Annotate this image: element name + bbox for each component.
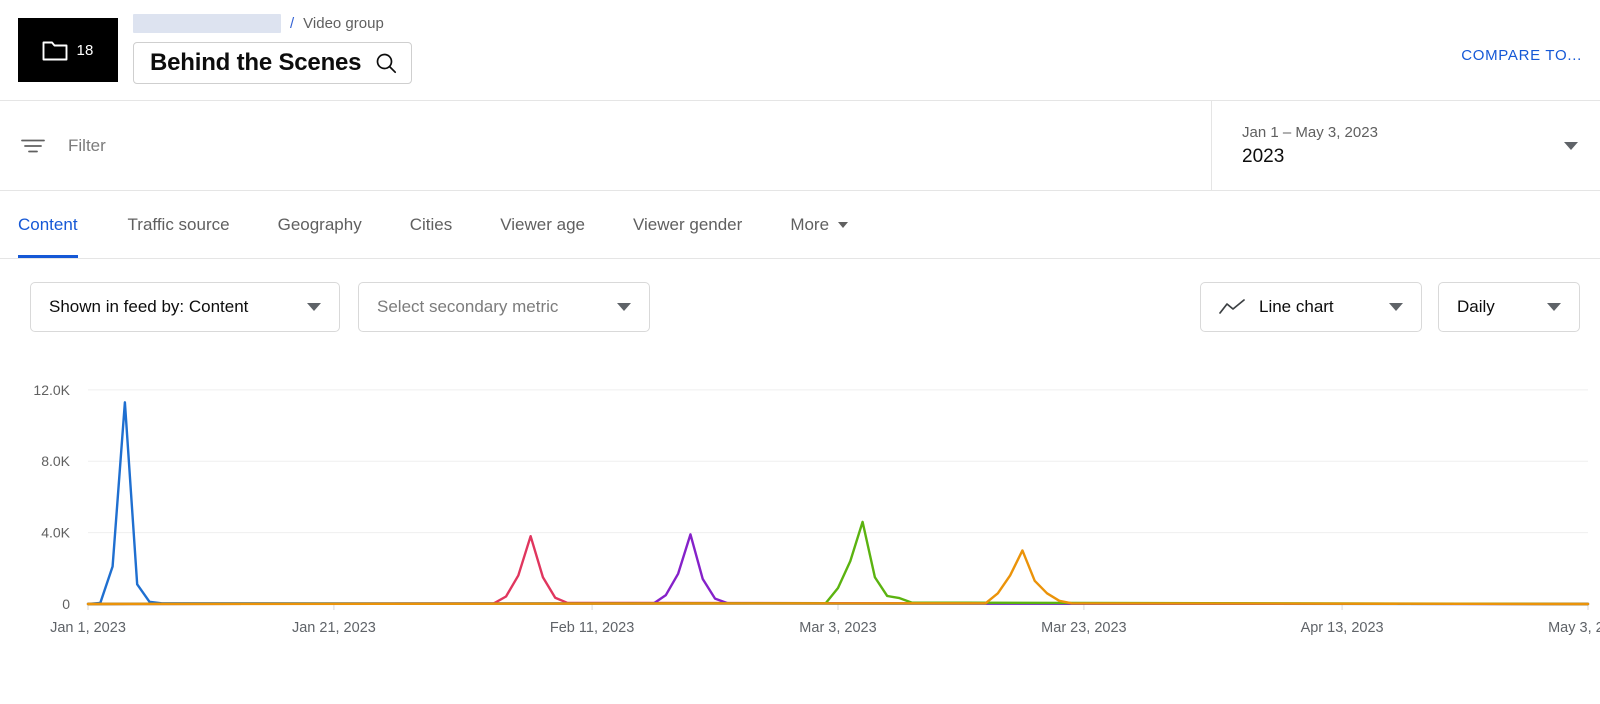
tab-content[interactable]: Content — [18, 191, 104, 258]
breadcrumb-channel-redacted — [133, 14, 281, 33]
chevron-down-icon — [838, 222, 848, 228]
tab-label: More — [790, 215, 829, 235]
breadcrumb-separator: / — [290, 15, 294, 32]
y-axis-tick-label: 8.0K — [41, 453, 70, 469]
analytics-chart: 0 4.0K 8.0K 12.0K Jan 1, 2023 Jan 21, 2023 Fe… — [0, 354, 1600, 694]
date-range-selector[interactable]: Jan 1 – May 3, 2023 2023 — [1212, 101, 1600, 190]
primary-metric-label: Shown in feed by: Content — [49, 297, 248, 317]
breadcrumb: / Video group — [133, 12, 384, 34]
x-axis-tick-label: Jan 1, 2023 — [50, 620, 126, 636]
filter-bar: Filter Jan 1 – May 3, 2023 2023 — [0, 100, 1600, 191]
analytics-tabs: Content Traffic source Geography Cities … — [0, 191, 1600, 259]
x-axis-tick-label: Feb 11, 2023 — [550, 620, 634, 636]
date-range-label: Jan 1 – May 3, 2023 — [1242, 122, 1378, 144]
tab-label: Geography — [278, 215, 362, 235]
filter-placeholder: Filter — [68, 136, 106, 156]
chart-y-axis-labels: 0 4.0K 8.0K 12.0K — [33, 382, 70, 612]
chart-type-dropdown[interactable]: Line chart — [1200, 282, 1422, 332]
tab-more[interactable]: More — [766, 191, 872, 258]
tab-label: Content — [18, 215, 78, 235]
line-chart-icon — [1219, 299, 1245, 315]
secondary-metric-dropdown[interactable]: Select secondary metric — [358, 282, 650, 332]
secondary-metric-label: Select secondary metric — [377, 297, 558, 317]
breadcrumb-type-label: Video group — [303, 15, 384, 32]
page-header: 18 / Video group Behind the Scenes COMPA… — [0, 0, 1600, 100]
tab-label: Viewer gender — [633, 215, 742, 235]
tab-label: Traffic source — [128, 215, 230, 235]
tab-viewer-gender[interactable]: Viewer gender — [609, 191, 766, 258]
x-axis-tick-label: May 3, 2023 — [1548, 620, 1600, 636]
tab-geography[interactable]: Geography — [254, 191, 386, 258]
x-axis-tick-label: Apr 13, 2023 — [1301, 620, 1384, 636]
tab-traffic-source[interactable]: Traffic source — [104, 191, 254, 258]
chart-line-video-1 — [88, 402, 1588, 604]
search-icon[interactable] — [375, 52, 397, 74]
chart-type-label: Line chart — [1259, 297, 1334, 317]
chart-series-group — [88, 402, 1588, 604]
chart-line-video-5 — [88, 550, 1588, 604]
chevron-down-icon — [617, 303, 631, 311]
filter-input-area[interactable]: Filter — [0, 101, 1212, 190]
x-axis-tick-label: Mar 23, 2023 — [1041, 620, 1126, 636]
video-count-label: 18 — [76, 42, 93, 59]
compare-to-button[interactable]: COMPARE TO... — [1461, 47, 1582, 64]
chart-line-video-2 — [88, 536, 1588, 604]
primary-metric-dropdown[interactable]: Shown in feed by: Content — [30, 282, 340, 332]
tab-label: Viewer age — [500, 215, 585, 235]
y-axis-tick-label: 4.0K — [41, 525, 70, 541]
chart-x-axis-labels: Jan 1, 2023 Jan 21, 2023 Feb 11, 2023 Mar 3… — [50, 620, 1600, 636]
chart-controls: Shown in feed by: Content Select seconda… — [0, 259, 1600, 354]
chevron-down-icon — [1389, 303, 1403, 311]
date-preset-label: 2023 — [1242, 144, 1378, 170]
x-axis-tick-label: Jan 21, 2023 — [292, 620, 376, 636]
tab-viewer-age[interactable]: Viewer age — [476, 191, 609, 258]
chevron-down-icon[interactable] — [1564, 142, 1578, 150]
chart-gridlines — [88, 390, 1588, 610]
y-axis-tick-label: 12.0K — [33, 382, 70, 398]
chevron-down-icon — [307, 303, 321, 311]
chart-canvas[interactable]: 0 4.0K 8.0K 12.0K Jan 1, 2023 Jan 21, 2023 Fe… — [0, 354, 1600, 694]
page-title: Behind the Scenes — [150, 49, 361, 77]
granularity-dropdown[interactable]: Daily — [1438, 282, 1580, 332]
granularity-label: Daily — [1457, 297, 1495, 317]
chevron-down-icon — [1547, 303, 1561, 311]
tab-cities[interactable]: Cities — [386, 191, 477, 258]
folder-icon — [42, 40, 68, 61]
chart-line-video-3 — [88, 534, 1588, 604]
video-group-thumbnail[interactable]: 18 — [18, 18, 118, 82]
tab-label: Cities — [410, 215, 453, 235]
x-axis-tick-label: Mar 3, 2023 — [799, 620, 876, 636]
y-axis-tick-label: 0 — [62, 596, 70, 612]
group-title-search-box[interactable]: Behind the Scenes — [133, 42, 412, 84]
filter-icon — [20, 137, 46, 155]
chart-line-video-4 — [88, 522, 1588, 604]
